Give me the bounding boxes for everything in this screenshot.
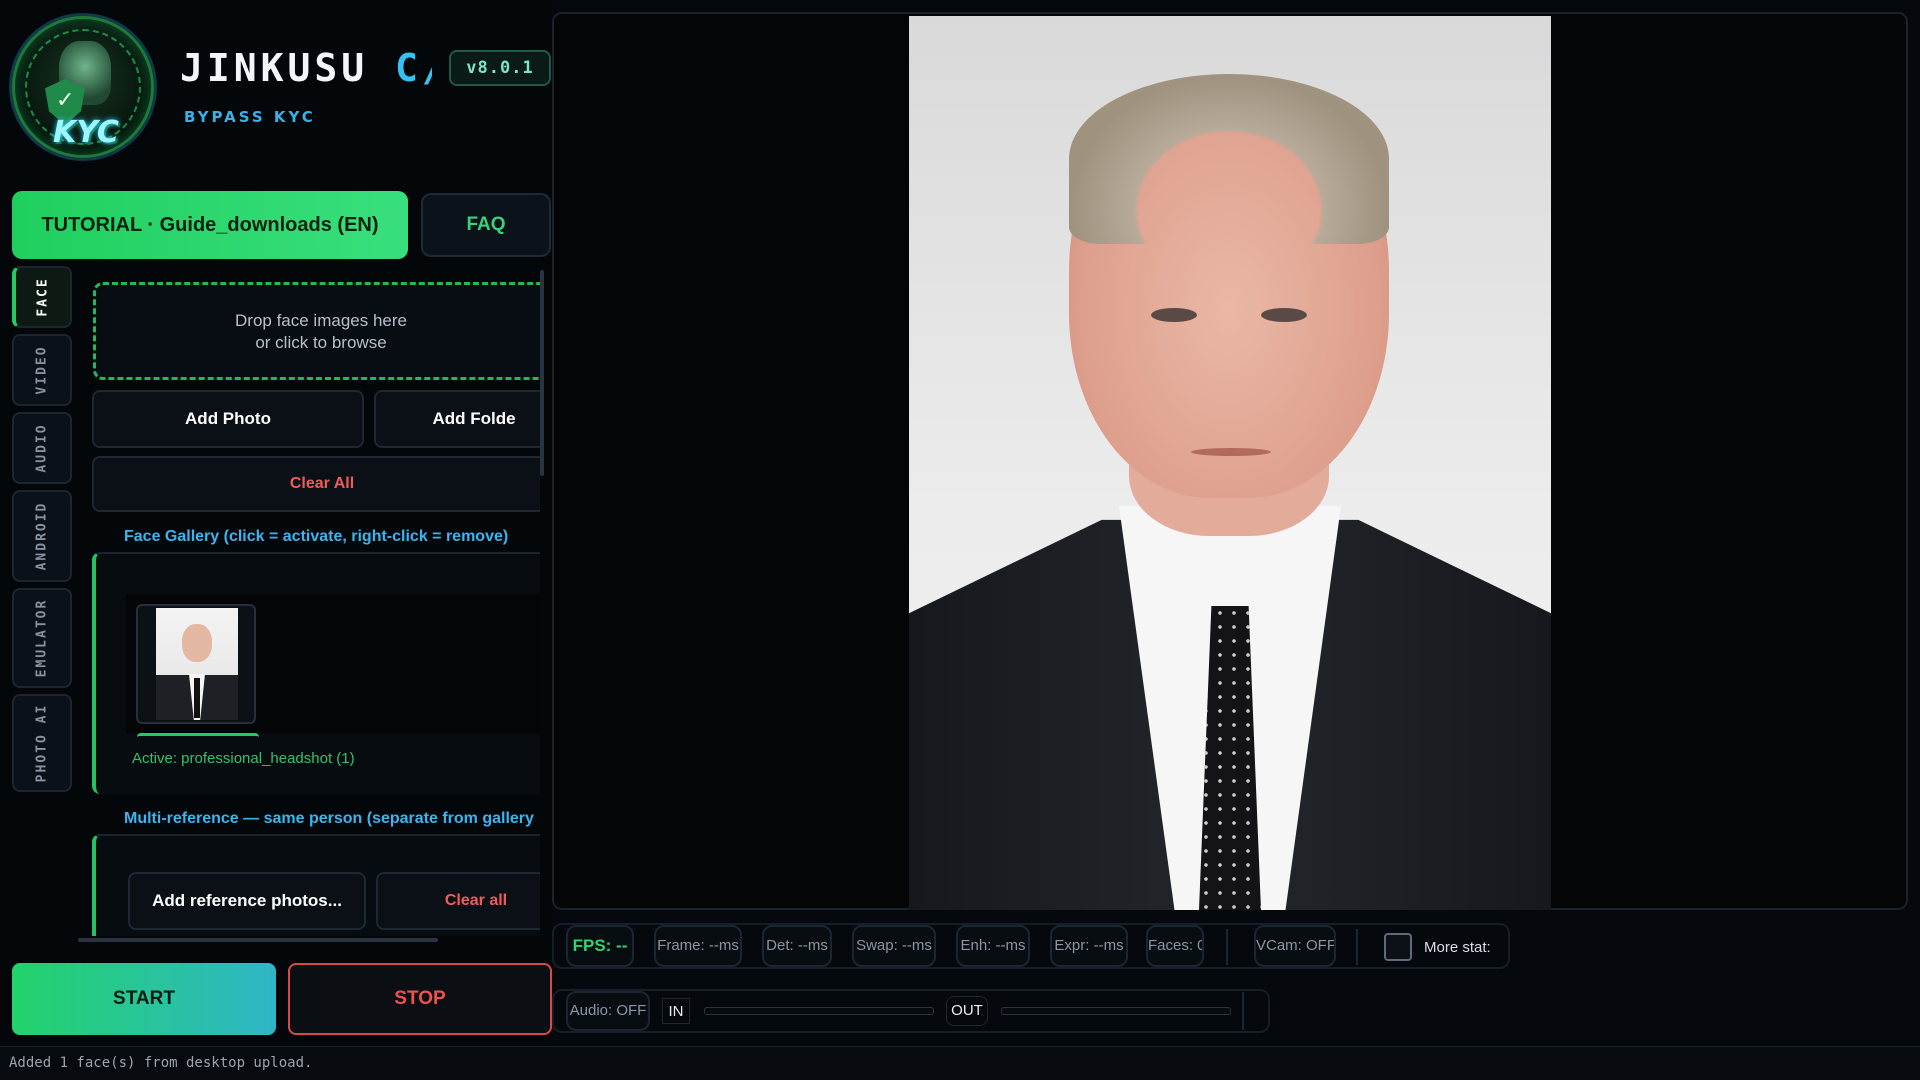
version-badge: v8.0.1 [449,50,551,86]
tab-photo-ai[interactable]: PHOTO AI [12,694,72,792]
faq-button[interactable]: FAQ [421,193,551,257]
tab-audio[interactable]: AUDIO [12,412,72,484]
active-thumb-indicator [137,733,259,738]
multi-reference-title: Multi-reference — same person (separate … [124,810,534,827]
face-panel: Drop face images here or click to browse… [90,266,540,936]
logo-text: KYC [53,115,119,150]
tab-emulator[interactable]: EMULATOR [12,588,72,688]
app-title-accent: C/ [395,46,432,90]
face-drop-zone[interactable]: Drop face images here or click to browse [93,282,540,380]
thumb-head [182,624,212,662]
left-panel: KYC JINKUSU C/ BYPASS KYC v8.0.1 TUTORIA… [0,0,552,1046]
app-title: JINKUSU C/ [180,46,432,90]
audio-in-label: IN [662,998,690,1024]
gallery-strip [126,594,540,736]
clear-all-button[interactable]: Clear All [92,456,540,512]
stats-divider [1226,929,1228,965]
tab-label: FACE [35,277,51,317]
stop-button[interactable]: STOP [288,963,552,1035]
tab-android[interactable]: ANDROID [12,490,72,582]
audio-status: Audio: OFF [566,991,650,1031]
preview-mouth [1191,448,1271,456]
status-message: Added 1 face(s) from desktop upload. [9,1055,313,1071]
face-thumbnail[interactable] [136,604,256,724]
vertical-scrollbar[interactable] [538,268,546,928]
tab-label: ANDROID [34,501,50,571]
face-gallery: Active: professional_headshot (1) [92,552,540,794]
more-stats-toggle[interactable]: More stat: [1384,930,1494,964]
tab-label: AUDIO [34,423,50,473]
status-bar: Added 1 face(s) from desktop upload. [0,1046,1920,1080]
active-face-label: Active: professional_headshot (1) [132,750,355,767]
clear-all-reference-button[interactable]: Clear all [376,872,540,930]
drop-zone-line2: or click to browse [255,333,387,352]
preview-hair [1069,74,1389,244]
fps-stat: FPS: -- [566,925,634,967]
swap-time-stat: Swap: --ms [852,925,936,967]
scrollbar-thumb[interactable] [78,938,438,942]
stats-divider [1356,929,1358,965]
audio-out-meter [1001,1007,1231,1015]
preview-frame [552,12,1908,910]
audio-divider [1242,992,1244,1030]
app-title-main: JINKUSU [180,46,369,90]
audio-in-meter [704,1007,934,1015]
start-button[interactable]: START [12,963,276,1035]
more-stats-label: More stat: [1424,938,1491,956]
app-logo: KYC [12,16,154,158]
tab-face[interactable]: FACE [12,266,72,328]
tab-label: PHOTO AI [34,703,50,783]
tab-label: EMULATOR [34,598,50,678]
tab-label: VIDEO [34,345,50,395]
expression-time-stat: Expr: --ms [1050,925,1128,967]
add-folder-button[interactable]: Add Folde [374,390,540,448]
vcam-status: VCam: OFF [1254,925,1336,967]
frame-time-stat: Frame: --ms [654,925,742,967]
thumb-tie [194,678,200,718]
drop-zone-line1: Drop face images here [235,311,407,330]
app-subtitle: BYPASS KYC [184,108,316,126]
tab-video[interactable]: VIDEO [12,334,72,406]
tutorial-button[interactable]: TUTORIAL · Guide_downloads (EN) [12,191,408,259]
preview-image [909,16,1551,910]
audio-out-label: OUT [946,996,988,1026]
detect-time-stat: Det: --ms [762,925,832,967]
preview-eye-right [1261,308,1307,322]
enhance-time-stat: Enh: --ms [956,925,1030,967]
add-reference-button[interactable]: Add reference photos... [128,872,366,930]
scrollbar-thumb[interactable] [540,270,544,476]
face-gallery-title: Face Gallery (click = activate, right-cl… [124,528,509,545]
face-thumbnail-image [156,608,238,720]
preview-eye-left [1151,308,1197,322]
add-photo-button[interactable]: Add Photo [92,390,364,448]
more-stats-checkbox[interactable] [1384,933,1412,961]
faces-count-stat: Faces: 0 [1146,925,1204,967]
horizontal-scrollbar[interactable] [76,936,536,944]
